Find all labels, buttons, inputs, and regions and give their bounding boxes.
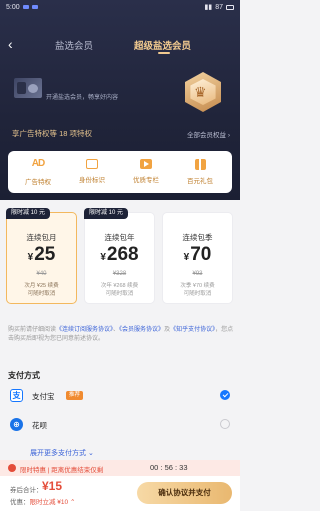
total-price: ¥15 — [42, 479, 63, 493]
tab-super-yanxuan-member[interactable]: 超级盐选会员 — [134, 38, 191, 52]
payment-option-alipay[interactable]: 支 支付宝 推荐 — [8, 386, 232, 406]
more-payment-methods-link[interactable]: 展开更多支付方式 ⌄ — [30, 448, 94, 458]
discount-label: 优惠： — [10, 499, 30, 506]
gift-icon — [194, 159, 206, 170]
recommend-badge: 推荐 — [66, 391, 84, 400]
plan-name: 连续包月 — [26, 233, 57, 242]
discount-tag: 限时减 10 元 — [84, 208, 129, 219]
privilege-title: 享广告特权等 18 项特权 — [12, 129, 93, 138]
price-value: 70 — [190, 244, 212, 265]
confirm-pay-button[interactable]: 确认协议并支付 — [137, 482, 232, 504]
plan-card-yearly[interactable]: 限时减 10 元 连续包年 ¥268 ¥328 次年 ¥268 续费 可随时取消 — [84, 208, 155, 304]
play-icon — [140, 159, 152, 169]
payment-label: 花呗 — [32, 421, 47, 430]
avatar — [14, 78, 42, 98]
member-agreement-link[interactable]: 《会员服务协议》 — [119, 327, 164, 333]
alipay-icon: 支 — [10, 389, 23, 402]
plan-card-quarterly[interactable]: 连续包季 ¥70 ¥93 次季 ¥70 续费 可随时取消 — [162, 212, 233, 304]
chevron-left-icon[interactable]: ‹ — [8, 36, 22, 52]
plan-name: 连续包季 — [182, 233, 213, 242]
hero-subtitle: 开通盐选会员，畅享好内容 — [46, 95, 119, 101]
payment-label: 支付宝 — [32, 392, 55, 401]
original-price: ¥93 — [192, 271, 203, 277]
renewal-line: 次季 ¥70 续费 — [180, 283, 215, 289]
price-value: 25 — [34, 244, 56, 265]
active-tab-indicator — [158, 52, 170, 54]
renewal-line: 可随时取消 — [183, 291, 212, 297]
privilege-label: 身份标识 — [79, 177, 105, 184]
huabei-icon: ⊕ — [10, 418, 23, 431]
discount-value: 限时立减 ¥10 ⌃ — [29, 499, 76, 506]
agreement-text: 购买前请仔细阅读《连续订阅服务协议》、《会员服务协议》及《知乎支付协议》，您点击… — [8, 326, 234, 344]
all-benefits-link[interactable]: 全部会员权益 › — [187, 129, 230, 139]
renewal-note: 次月 ¥25 续费 可随时取消 — [7, 282, 76, 298]
original-price: ¥328 — [112, 271, 127, 277]
renewal-note: 次季 ¥70 续费 可随时取消 — [163, 282, 232, 298]
privilege-label: 优质专栏 — [133, 177, 159, 184]
ad-icon: AD — [31, 158, 45, 169]
price-value: 268 — [106, 244, 139, 265]
currency-symbol: ¥ — [27, 252, 34, 263]
discount-summary[interactable]: 优惠：限时立减 ¥10 ⌃ — [10, 496, 75, 506]
status-right: ▮▮ 87 — [204, 3, 234, 11]
original-price: ¥40 — [36, 271, 47, 277]
plan-price: ¥70 — [163, 244, 232, 266]
total-label: 券后合计： — [10, 487, 43, 494]
privilege-card: AD 广告特权 身份标识 优质专栏 百元礼包 — [8, 151, 232, 193]
signal-icon: ▮▮ — [204, 4, 213, 11]
status-bar: 5:00 ▮▮ 87 — [0, 0, 240, 14]
radio-unselected-icon[interactable] — [220, 419, 230, 429]
battery-icon — [226, 4, 234, 10]
renewal-line: 次年 ¥268 续费 — [100, 283, 139, 289]
id-badge-icon — [86, 159, 98, 169]
notification-icon — [22, 5, 29, 9]
status-time: 5:00 — [6, 3, 20, 11]
plan-card-monthly[interactable]: 限时减 10 元 连续包月 ¥25 ¥40 次月 ¥25 续费 可随时取消 — [6, 208, 77, 304]
currency-symbol: ¥ — [183, 252, 190, 263]
renewal-note: 次年 ¥268 续费 可随时取消 — [85, 282, 154, 298]
agreement-prefix: 购买前请仔细阅读 — [8, 327, 57, 333]
plan-name: 连续包年 — [104, 233, 135, 242]
renewal-line: 次月 ¥25 续费 — [24, 283, 59, 289]
tab-yanxuan-member[interactable]: 盐选会员 — [55, 38, 93, 52]
member-badge-icon: ♛ — [183, 72, 223, 112]
plan-price: ¥25 — [7, 244, 76, 266]
privilege-item-gift[interactable]: 百元礼包 — [178, 157, 222, 185]
renewal-line: 可随时取消 — [105, 291, 134, 297]
payment-agreement-link[interactable]: 《知乎支付协议》 — [170, 327, 215, 333]
countdown-text: 限时特惠 | 距离优惠结束仅剩 — [20, 467, 104, 474]
countdown-bar: 限时特惠 | 距离优惠结束仅剩 00 : 56 : 33 — [0, 460, 240, 476]
currency-symbol: ¥ — [100, 252, 106, 263]
discount-tag: 限时减 10 元 — [6, 208, 51, 219]
payment-title: 支付方式 — [8, 371, 40, 380]
payment-option-huabei[interactable]: ⊕ 花呗 — [8, 415, 232, 435]
subscription-agreement-link[interactable]: 《连续订阅服务协议》 — [56, 327, 113, 333]
checkout-footer: 券后合计： ¥15 优惠：限时立减 ¥10 ⌃ 确认协议并支付 — [0, 476, 240, 511]
countdown-time: 00 : 56 : 33 — [150, 463, 188, 472]
renewal-line: 可随时取消 — [27, 291, 56, 297]
crown-icon: ♛ — [194, 84, 207, 100]
privilege-label: 百元礼包 — [187, 178, 213, 185]
privilege-item-ad[interactable]: AD 广告特权 — [16, 157, 60, 186]
plan-price: ¥268 — [85, 244, 154, 266]
status-left: 5:00 — [6, 4, 38, 11]
privilege-item-column[interactable]: 优质专栏 — [124, 157, 168, 184]
radio-selected-icon[interactable] — [220, 390, 230, 400]
notification-icon — [31, 5, 38, 9]
privilege-label: 广告特权 — [25, 179, 51, 186]
top-nav: ‹ 盐选会员 超级盐选会员 — [0, 36, 240, 54]
clock-icon — [8, 464, 16, 472]
privilege-header: 享广告特权等 18 项特权 全部会员权益 › — [0, 128, 240, 142]
battery-level: 87 — [215, 3, 223, 11]
privilege-item-identity[interactable]: 身份标识 — [70, 157, 114, 184]
